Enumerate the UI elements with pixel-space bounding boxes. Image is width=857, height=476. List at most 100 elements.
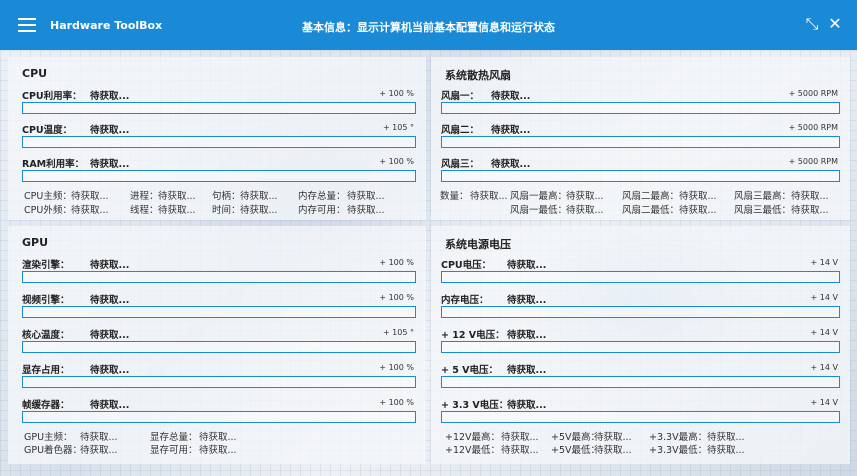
progress-bar [441,170,840,182]
row-value: 待获取... [90,125,130,136]
info-label: 句柄： [212,191,241,202]
progress-bar [441,136,840,148]
row-value: 待获取... [90,330,130,341]
row-max: + 100 % [379,398,414,407]
row-max: + 100 % [379,89,414,98]
info-value: 待获取... [240,191,278,202]
row-value: 待获取... [90,295,130,306]
info-value: 待获取... [707,445,745,456]
info-value: 待获取... [501,445,539,456]
progress-bar [441,376,840,388]
info-value: 待获取... [594,445,632,456]
panel-title: 系统散热风扇 [445,69,511,82]
info-value: 待获取... [158,205,196,216]
info-value: 待获取... [199,432,237,443]
row-label: + 3.3 V电压： [441,400,509,411]
info-value: 待获取... [71,191,109,202]
info-label: 进程： [130,191,159,202]
row-label: + 5 V电压： [441,365,499,376]
row-value: 待获取... [90,365,130,376]
info-label: +12V最低： [445,445,501,456]
info-value: 待获取... [240,205,278,216]
info-label: CPU主频： [24,191,72,202]
info-label: +3.3V最高： [649,432,708,443]
progress-bar [22,136,416,148]
info-label: 显存总量： [150,432,198,443]
info-value: 待获取... [80,445,118,456]
info-value: 待获取... [347,205,385,216]
row-max: + 14 V [810,363,838,372]
row-value: 待获取... [507,260,547,271]
progress-bar [22,271,416,283]
minimize-icon[interactable]: ⤡ [803,15,821,33]
info-value: 待获取... [199,445,237,456]
row-max: + 100 % [379,293,414,302]
info-label: CPU外频： [24,205,72,216]
row-max: + 100 % [379,258,414,267]
row-value: 待获取... [507,400,547,411]
info-label: 风扇二最高： [622,191,680,202]
progress-bar [441,271,840,283]
row-label: 帧缓存器： [22,400,70,411]
row-max: + 105 ° [382,123,414,132]
info-label: 风扇三最高： [734,191,792,202]
voltage-panel: 系统电源电压 CPU电压： 待获取... + 14 V 内存电压： 待获取...… [431,226,850,464]
info-value: 待获取... [80,432,118,443]
info-value: 待获取... [566,191,604,202]
info-value: 待获取... [71,205,109,216]
progress-bar [441,306,840,318]
info-label: 内存总量： [298,191,346,202]
row-max: + 5000 RPM [788,89,838,98]
row-max: + 14 V [810,258,838,267]
progress-bar [22,376,416,388]
info-label: 风扇二最低： [622,205,680,216]
info-value: 待获取... [501,432,539,443]
row-label: 核心温度： [22,330,70,341]
info-label: +5V最高： [551,432,601,443]
row-value: 待获取... [491,125,531,136]
row-label: 内存电压： [441,295,489,306]
panel-title: 系统电源电压 [445,238,511,251]
row-value: 待获取... [507,365,547,376]
info-label: 内存可用： [298,205,346,216]
window-title: 基本信息：显示计算机当前基本配置信息和运行状态 [302,21,555,34]
row-value: 待获取... [507,295,547,306]
info-value: 待获取... [791,205,829,216]
row-max: + 14 V [810,328,838,337]
progress-bar [22,341,416,353]
cpu-panel: CPU CPU利用率： 待获取... + 100 % CPU温度： 待获取...… [8,57,426,220]
row-value: 待获取... [90,91,130,102]
row-max: + 105 ° [382,328,414,337]
info-label: +12V最高： [445,432,501,443]
row-value: 待获取... [90,159,130,170]
info-value: 待获取... [594,432,632,443]
row-label: CPU电压： [441,260,492,271]
row-label: 风扇二： [441,125,480,136]
info-label: GPU主频： [24,432,73,443]
info-value: 待获取... [347,191,385,202]
close-icon[interactable]: ✕ [826,15,844,33]
row-label: 显存占用： [22,365,70,376]
progress-bar [441,411,840,423]
progress-bar [441,102,840,114]
row-max: + 100 % [379,363,414,372]
info-label: 风扇一最高： [510,191,568,202]
info-label: GPU着色器： [24,445,83,456]
row-value: 待获取... [90,400,130,411]
info-label: 数量： [440,191,469,202]
info-value: 待获取... [679,191,717,202]
info-value: 待获取... [566,205,604,216]
info-label: +3.3V最低： [649,445,708,456]
progress-bar [441,341,840,353]
info-value: 待获取... [707,432,745,443]
row-max: + 14 V [810,293,838,302]
info-label: 显存可用： [150,445,198,456]
info-value: 待获取... [470,191,508,202]
row-label: CPU利用率： [22,91,82,102]
row-max: + 14 V [810,398,838,407]
title-bar: Hardware ToolBox 基本信息：显示计算机当前基本配置信息和运行状态… [0,0,857,50]
row-label: CPU温度： [22,125,73,136]
row-label: 渲染引擎： [22,260,70,271]
info-label: 风扇三最低： [734,205,792,216]
row-label: + 12 V电压： [441,330,505,341]
